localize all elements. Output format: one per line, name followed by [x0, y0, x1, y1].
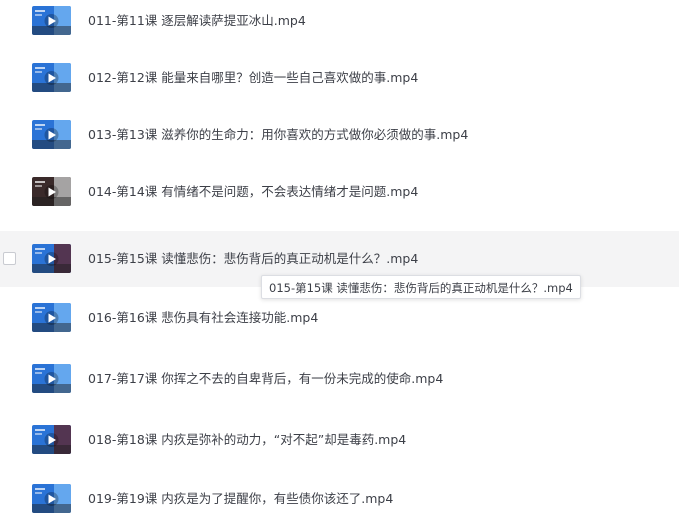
file-name[interactable]: 013-第13课 滋养你的生命力：用你喜欢的方式做你必须做的事.mp4 — [88, 107, 468, 163]
video-thumbnail-icon[interactable] — [32, 244, 71, 273]
file-name[interactable]: 017-第17课 你挥之不去的自卑背后，有一份未完成的使命.mp4 — [88, 351, 443, 407]
file-list: 011-第11课 逐层解读萨提亚冰山.mp4 012-第12课 能量来自哪里？创造… — [0, 0, 679, 526]
filename-tooltip: 015-第15课 读懂悲伤：悲伤背后的真正动机是什么？.mp4 — [261, 275, 581, 299]
file-row[interactable]: 012-第12课 能量来自哪里？创造一些自己喜欢做的事.mp4 — [0, 50, 679, 106]
file-name[interactable]: 011-第11课 逐层解读萨提亚冰山.mp4 — [88, 0, 306, 49]
video-thumbnail-icon[interactable] — [32, 177, 71, 206]
row-checkbox[interactable] — [3, 252, 16, 265]
file-name[interactable]: 018-第18课 内疚是弥补的动力，“对不起”却是毒药.mp4 — [88, 412, 406, 468]
video-thumbnail-icon[interactable] — [32, 425, 71, 454]
video-thumbnail-icon[interactable] — [32, 63, 71, 92]
file-name[interactable]: 014-第14课 有情绪不是问题，不会表达情绪才是问题.mp4 — [88, 164, 418, 220]
file-name[interactable]: 012-第12课 能量来自哪里？创造一些自己喜欢做的事.mp4 — [88, 50, 418, 106]
video-thumbnail-icon[interactable] — [32, 364, 71, 393]
file-row[interactable]: 017-第17课 你挥之不去的自卑背后，有一份未完成的使命.mp4 — [0, 351, 679, 407]
file-name[interactable]: 019-第19课 内疚是为了提醒你，有些债你该还了.mp4 — [88, 471, 393, 526]
file-row[interactable]: 018-第18课 内疚是弥补的动力，“对不起”却是毒药.mp4 — [0, 412, 679, 468]
video-thumbnail-icon[interactable] — [32, 303, 71, 332]
video-thumbnail-icon[interactable] — [32, 6, 71, 35]
file-row[interactable]: 014-第14课 有情绪不是问题，不会表达情绪才是问题.mp4 — [0, 164, 679, 220]
file-row[interactable]: 019-第19课 内疚是为了提醒你，有些债你该还了.mp4 — [0, 471, 679, 526]
file-row[interactable]: 011-第11课 逐层解读萨提亚冰山.mp4 — [0, 0, 679, 49]
video-thumbnail-icon[interactable] — [32, 120, 71, 149]
file-row[interactable]: 013-第13课 滋养你的生命力：用你喜欢的方式做你必须做的事.mp4 — [0, 107, 679, 163]
video-thumbnail-icon[interactable] — [32, 484, 71, 513]
